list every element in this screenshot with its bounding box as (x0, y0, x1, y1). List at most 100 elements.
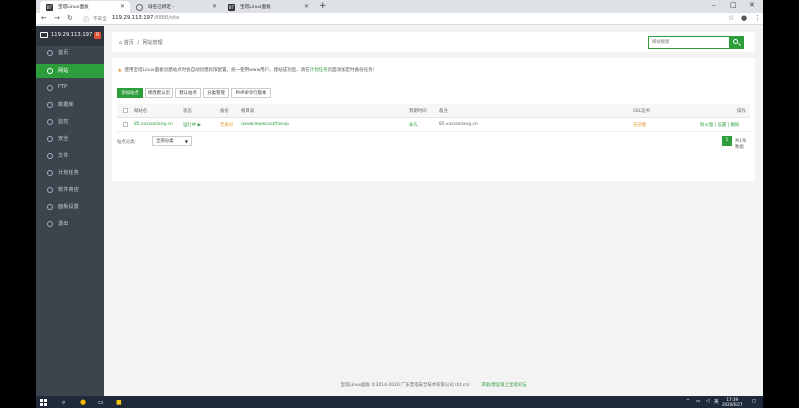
notification-badge[interactable]: 0 (94, 32, 101, 39)
sidebar-item-label: 计划任务 (58, 170, 79, 176)
footer: 宝塔Linux面板 ©2014-2020 广东堡塔安全技术有限公司 (bt.cn… (104, 382, 763, 388)
info-icon[interactable]: ⓘ (83, 15, 89, 24)
bt-logo-icon: BT (228, 4, 235, 11)
close-icon[interactable]: ✕ (212, 3, 217, 10)
total-count: 共1条数据 (735, 139, 747, 150)
notification-icon[interactable]: ▢ (752, 399, 756, 404)
search-icon (733, 39, 738, 44)
network-icon[interactable]: ▭ (696, 399, 700, 404)
row-ssl[interactable]: 未部署 (633, 122, 646, 128)
reload-icon[interactable]: ↻ (67, 14, 73, 22)
category-manage-button[interactable]: 分类管理 (203, 88, 229, 98)
address-input[interactable]: 119.29.113.197:8888/site (112, 15, 179, 21)
ime-indicator[interactable]: 英 (714, 399, 719, 405)
browser-tab-domain[interactable]: 域名已绑定 - ✕ (130, 1, 222, 13)
php-cli-version-button[interactable]: PHP命令行版本 (231, 88, 271, 98)
tab-strip: BT 宝塔Linux面板 ✕ 域名已绑定 - ✕ BT 宝塔Linux面板 ✕ … (36, 0, 763, 13)
menu-dots-icon[interactable]: ⋮ (754, 14, 761, 22)
table-header: 网站名 状态 备份 根目录 到期时间 备注 SSL证书 操作 (117, 104, 750, 118)
maximize-button[interactable]: □ (730, 1, 737, 9)
url-host: 119.29.113.197 (112, 15, 154, 21)
notice-suffix: 页面添加定时备份任务! (327, 68, 375, 73)
header-expire[interactable]: 到期时间 (409, 108, 427, 114)
account-icon[interactable]: ● (741, 14, 747, 22)
sidebar-item-settings[interactable]: 面板设置 (36, 200, 104, 214)
folder-icon[interactable]: ■ (116, 399, 122, 406)
sidebar-item-label: 安全 (58, 136, 69, 142)
close-icon[interactable]: ✕ (120, 3, 125, 10)
forum-link[interactable]: 求助/建议请上宝塔论坛 (481, 383, 526, 388)
globe-icon (136, 4, 143, 11)
sidebar-item-store[interactable]: 软件商店 (36, 183, 104, 197)
sidebar-item-security[interactable]: 安全 (36, 132, 104, 146)
clock[interactable]: 17:39 2020/6/27 (722, 397, 743, 407)
row-checkbox[interactable] (123, 122, 128, 127)
windows-start-icon[interactable] (40, 399, 47, 406)
sidebar-item-website[interactable]: 网站 (36, 64, 104, 78)
sidebar: 119.29.113.197 0 首页 网站 FTP 数据库 监控 安全 文件 … (36, 26, 104, 396)
breadcrumb-current: 网站管理 (142, 40, 163, 46)
bt-logo-icon: BT (46, 4, 53, 11)
sidebar-item-home[interactable]: 首页 (36, 46, 104, 60)
notice-text: 使用宝塔Linux面板创建站点时会自动创建权限配置，统一使用www用户。建站成功… (124, 68, 310, 73)
add-site-button[interactable]: 添加站点 (117, 88, 143, 98)
breadcrumb-home[interactable]: 首页 (124, 40, 134, 46)
database-icon (47, 102, 53, 108)
search-input[interactable] (649, 37, 731, 48)
back-arrow-icon[interactable]: ← (41, 14, 47, 22)
row-expire[interactable]: 永久 (409, 122, 418, 128)
header-remark: 备注 (439, 109, 448, 114)
default-site-button[interactable]: 默认站点 (175, 88, 201, 98)
breadcrumb: ⌂ 首页 / 网站管理 (119, 39, 163, 46)
sidebar-header: 119.29.113.197 0 (36, 26, 104, 46)
row-actions[interactable]: 防火墙 | 设置 | 删除 (700, 122, 739, 128)
new-tab-button[interactable]: + (319, 1, 327, 11)
clock-date: 2020/6/27 (722, 402, 743, 407)
row-status[interactable]: 运行中 ▶ (183, 122, 201, 128)
header-status[interactable]: 状态 (183, 108, 192, 114)
browser-tab-panel-2[interactable]: BT 宝塔Linux面板 ✕ (222, 1, 314, 13)
close-icon[interactable]: ✕ (304, 3, 309, 10)
sidebar-item-files[interactable]: 文件 (36, 149, 104, 163)
table-row: 85.xxxiaoliang.cn 运行中 ▶ 无备份 /www/wwwroot… (117, 118, 750, 132)
address-bar-row: ← → ↻ ⓘ 不安全 119.29.113.197:8888/site ☆ ●… (36, 13, 763, 25)
minimize-button[interactable]: – (712, 1, 716, 9)
sidebar-item-logout[interactable]: 退出 (36, 217, 104, 231)
window-close-button[interactable]: ✕ (749, 1, 755, 9)
row-backup[interactable]: 无备份 (220, 122, 233, 128)
url-path: :8888/site (153, 15, 180, 21)
row-site-name[interactable]: 85.xxxiaoliang.cn (134, 122, 173, 127)
header-backup: 备份 (220, 109, 229, 114)
select-all-checkbox[interactable] (123, 108, 128, 113)
sidebar-item-database[interactable]: 数据库 (36, 98, 104, 112)
browser-tab-panel[interactable]: BT 宝塔Linux面板 ✕ (40, 1, 130, 13)
taskview-icon[interactable]: ▭ (98, 399, 104, 406)
row-root[interactable]: /www/wwwroot/fasvip (241, 122, 289, 127)
header-site-name[interactable]: 网站名 (134, 108, 147, 114)
forward-arrow-icon[interactable]: → (54, 14, 60, 22)
sidebar-item-ftp[interactable]: FTP (36, 81, 104, 95)
sidebar-item-label: 退出 (58, 221, 69, 227)
star-icon[interactable]: ☆ (728, 14, 734, 22)
edit-default-page-button[interactable]: 修改默认页 (145, 88, 173, 98)
sidebar-item-label: 监控 (58, 119, 69, 125)
search-button[interactable] (729, 37, 743, 48)
category-label: 站点分类: (117, 140, 137, 145)
tray-arrow-icon[interactable]: ^ (686, 399, 690, 404)
sidebar-item-label: 文件 (58, 153, 69, 159)
globe-icon (47, 68, 53, 74)
volume-icon[interactable]: ◁ (706, 399, 710, 404)
row-remark[interactable]: 85.xxxiaoliang.cn (439, 122, 478, 127)
header-ssl: SSL证书 (633, 109, 650, 114)
pagination-row: 站点分类: 全部分类 ▼ 1 共1条数据 (117, 136, 750, 150)
screen: BT 宝塔Linux面板 ✕ 域名已绑定 - ✕ BT 宝塔Linux面板 ✕ … (0, 0, 799, 408)
search-icon[interactable]: ⌕ (62, 399, 65, 407)
copyright-text: 宝塔Linux面板 ©2014-2020 广东堡塔安全技术有限公司 (bt.cn… (340, 383, 470, 388)
category-select[interactable]: 全部分类 ▼ (152, 136, 192, 146)
ftp-icon (47, 85, 53, 91)
page-1-button[interactable]: 1 (722, 136, 732, 146)
sidebar-item-monitor[interactable]: 监控 (36, 115, 104, 129)
notice-link[interactable]: 计划任务 (310, 68, 328, 73)
chrome-icon[interactable]: ● (80, 398, 86, 406)
sidebar-item-cron[interactable]: 计划任务 (36, 166, 104, 180)
